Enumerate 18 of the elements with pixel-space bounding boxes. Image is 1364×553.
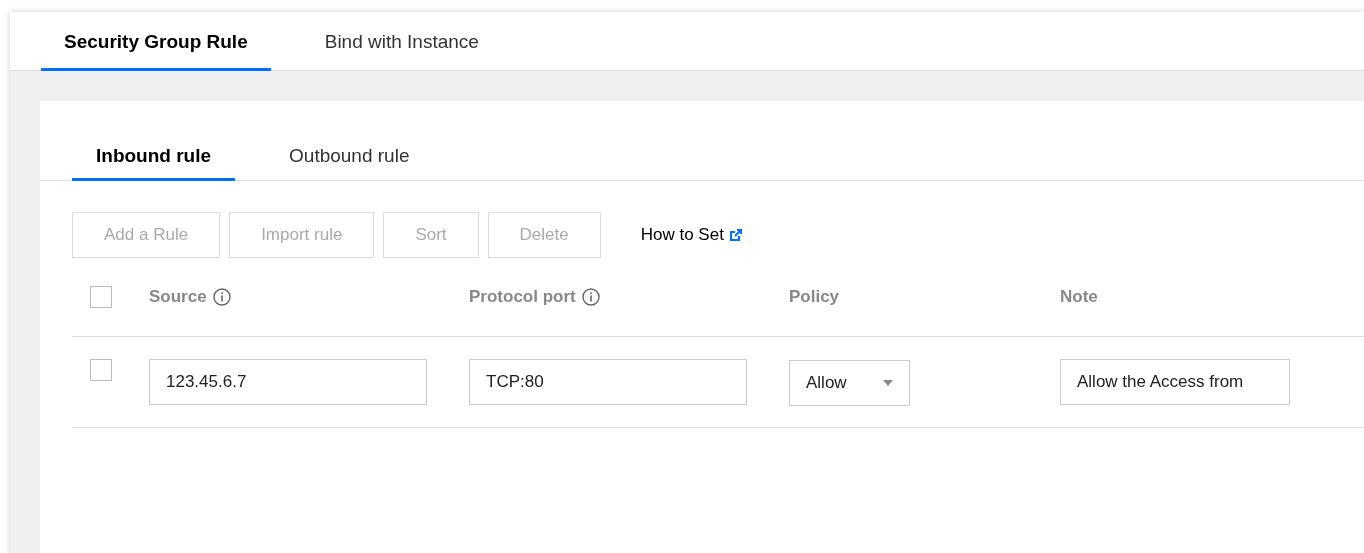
info-icon[interactable] bbox=[212, 288, 231, 306]
protocol-port-field[interactable]: TCP:80 bbox=[469, 359, 747, 405]
column-header: Note bbox=[1060, 287, 1098, 307]
tab[interactable]: Bind with Instance bbox=[301, 12, 502, 71]
note-field[interactable]: Allow the Access from bbox=[1060, 359, 1290, 405]
help-link[interactable]: How to Set bbox=[640, 225, 724, 245]
column-header: Policy bbox=[789, 287, 840, 307]
select-all-checkbox[interactable] bbox=[90, 286, 112, 308]
caret-icon bbox=[883, 380, 893, 386]
external-link-icon[interactable] bbox=[728, 228, 743, 242]
source-field[interactable]: 123.45.6.7 bbox=[149, 359, 427, 405]
column-header: Source bbox=[149, 287, 207, 307]
tab[interactable]: Inbound rule bbox=[72, 133, 236, 181]
tab[interactable]: Outbound rule bbox=[265, 133, 434, 181]
info-icon[interactable] bbox=[581, 288, 600, 306]
column-header: Protocol port bbox=[469, 287, 576, 307]
row-checkbox[interactable] bbox=[90, 359, 112, 381]
policy-dropdown[interactable]: Allow bbox=[789, 360, 910, 406]
